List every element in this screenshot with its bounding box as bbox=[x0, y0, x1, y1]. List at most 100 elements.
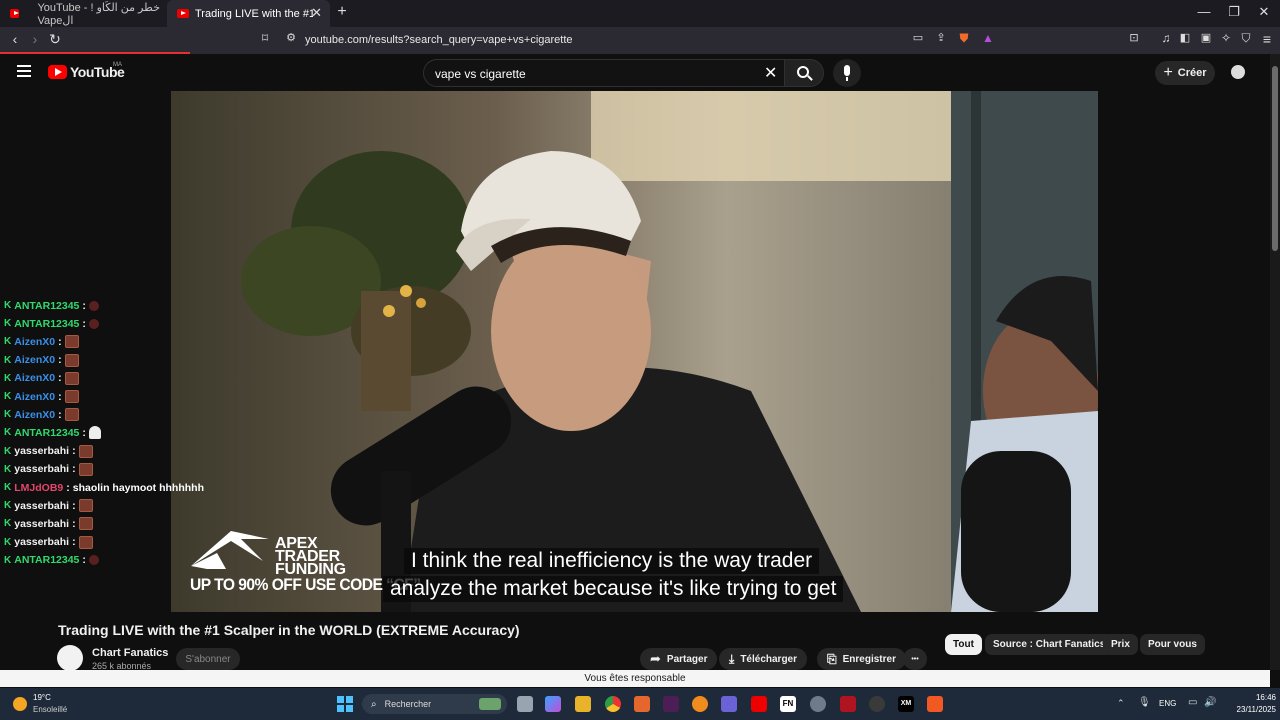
address-bar[interactable]: youtube.com/results?search_query=vape+vs… bbox=[305, 34, 573, 46]
caption-line-1: I think the real inefficiency is the way… bbox=[404, 548, 820, 574]
media-icon[interactable]: ♫ bbox=[1157, 31, 1175, 45]
voice-search-button[interactable] bbox=[833, 59, 861, 87]
chat-username[interactable]: LMJdOB9 bbox=[14, 482, 63, 494]
site-info-icon[interactable]: ⚙ bbox=[282, 31, 300, 44]
minimize-icon[interactable]: — bbox=[1189, 4, 1219, 19]
chat-username[interactable]: AizenX0 bbox=[14, 391, 55, 403]
fn-app-icon[interactable]: FN bbox=[780, 696, 796, 712]
brave-browser-icon[interactable] bbox=[927, 696, 943, 712]
share-icon[interactable]: ⇪ bbox=[932, 31, 950, 44]
account-avatar[interactable] bbox=[1229, 63, 1247, 81]
windows-start-icon[interactable] bbox=[337, 696, 353, 712]
more-actions-button[interactable]: ••• bbox=[903, 648, 927, 670]
scrollbar-thumb[interactable] bbox=[1272, 66, 1278, 251]
save-button[interactable]: ⎘ Enregistrer bbox=[817, 648, 906, 670]
netflix-icon[interactable] bbox=[840, 696, 856, 712]
chat-username[interactable]: yasserbahi bbox=[14, 463, 69, 475]
restore-icon[interactable]: ❐ bbox=[1219, 4, 1249, 20]
task-view-icon[interactable] bbox=[517, 696, 533, 712]
weather-temp[interactable]: 19°C bbox=[33, 693, 51, 702]
chat-separator: : bbox=[58, 408, 62, 421]
search-button[interactable] bbox=[784, 59, 824, 87]
app-a-icon[interactable] bbox=[634, 696, 650, 712]
chat-username[interactable]: AizenX0 bbox=[14, 409, 55, 421]
rewards-icon[interactable]: ▲ bbox=[979, 31, 997, 45]
chrome-icon[interactable] bbox=[605, 696, 621, 712]
search-input[interactable]: vape vs cigarette ✕ bbox=[423, 59, 789, 87]
chat-username[interactable]: yasserbahi bbox=[14, 518, 69, 530]
chip-price[interactable]: Prix bbox=[1103, 634, 1138, 655]
hamburger-menu-icon[interactable] bbox=[17, 65, 31, 77]
close-tab-icon[interactable]: ✕ bbox=[311, 5, 322, 21]
weather-desc[interactable]: Ensoleillé bbox=[33, 705, 67, 714]
wallet-icon[interactable]: ▣ bbox=[1197, 31, 1215, 44]
tab-trading-live[interactable]: Trading LIVE with the #1 Scalper ✕ bbox=[167, 0, 330, 27]
channel-name[interactable]: Chart Fanatics bbox=[92, 647, 168, 659]
chip-all[interactable]: Tout bbox=[945, 634, 982, 655]
file-explorer-icon[interactable] bbox=[575, 696, 591, 712]
copilot-icon[interactable] bbox=[545, 696, 561, 712]
back-icon[interactable]: ‹ bbox=[6, 31, 24, 47]
fl-studio-icon[interactable] bbox=[692, 696, 708, 712]
clock-date[interactable]: 23/11/2025 bbox=[1226, 705, 1276, 714]
download-button[interactable]: ⤓ Télécharger bbox=[719, 648, 808, 670]
youtube-logo-icon[interactable] bbox=[48, 65, 67, 79]
youtube-app-icon[interactable] bbox=[751, 696, 767, 712]
bookmark-icon[interactable]: ⌑ bbox=[256, 31, 274, 45]
chat-emote-icon bbox=[64, 353, 79, 367]
chip-for-you[interactable]: Pour vous bbox=[1140, 634, 1205, 655]
cast-icon[interactable]: ▭ bbox=[909, 31, 927, 44]
channel-avatar[interactable] bbox=[57, 645, 83, 671]
chat-username[interactable]: ANTAR12345 bbox=[14, 554, 79, 566]
mic-tray-icon[interactable]: 🎙 bbox=[1138, 697, 1151, 708]
save-playlist-icon: ⎘ bbox=[827, 651, 837, 666]
chat-username[interactable]: ANTAR12345 bbox=[14, 427, 79, 439]
video-player[interactable]: APEX TRADER FUNDING UP TO 90% OFF USE CO… bbox=[171, 91, 1098, 612]
share-button[interactable]: ➦ Partager bbox=[640, 648, 718, 670]
youtube-favicon-icon bbox=[10, 9, 20, 18]
clear-search-icon[interactable]: ✕ bbox=[764, 63, 777, 83]
notice-banner: Vous êtes responsable bbox=[0, 670, 1270, 687]
taskbar-search[interactable]: ⌕ Rechercher bbox=[362, 694, 507, 714]
brave-shield-icon[interactable]: ⛊ bbox=[955, 31, 973, 46]
chip-source[interactable]: Source : Chart Fanatics bbox=[985, 634, 1114, 655]
subscribe-button[interactable]: S'abonner bbox=[176, 648, 240, 670]
sidebar-icon[interactable]: ◧ bbox=[1176, 31, 1194, 44]
new-tab-button[interactable]: + bbox=[327, 3, 357, 21]
chat-username[interactable]: yasserbahi bbox=[14, 500, 69, 512]
chat-username[interactable]: AizenX0 bbox=[14, 336, 55, 348]
browser-tab-strip: YouTube - ! خطر من الكَاو Vapeال Trading… bbox=[0, 0, 1280, 27]
chat-username[interactable]: yasserbahi bbox=[14, 536, 69, 548]
chat-username[interactable]: yasserbahi bbox=[14, 445, 69, 457]
app-v-icon[interactable] bbox=[663, 696, 679, 712]
reload-icon[interactable]: ↻ bbox=[46, 31, 64, 48]
language-indicator[interactable]: ENG bbox=[1159, 699, 1176, 708]
search-highlight-icon bbox=[479, 698, 501, 710]
leo-ai-icon[interactable]: ✧ bbox=[1217, 31, 1235, 45]
chat-username[interactable]: ANTAR12345 bbox=[14, 318, 79, 330]
chat-emote-icon bbox=[88, 426, 101, 440]
app-bird-icon[interactable] bbox=[810, 696, 826, 712]
close-window-icon[interactable]: ✕ bbox=[1249, 4, 1279, 20]
chat-separator: : bbox=[58, 372, 62, 385]
teams-icon[interactable] bbox=[721, 696, 737, 712]
chat-username[interactable]: ANTAR12345 bbox=[14, 300, 79, 312]
forward-icon[interactable]: › bbox=[26, 31, 44, 47]
app-circle-icon[interactable] bbox=[869, 696, 885, 712]
xm-app-icon[interactable]: XM bbox=[898, 696, 914, 712]
tab-youtube-vape[interactable]: YouTube - ! خطر من الكَاو Vapeال bbox=[0, 0, 165, 27]
chat-username[interactable]: AizenX0 bbox=[14, 354, 55, 366]
chat-username[interactable]: AizenX0 bbox=[14, 372, 55, 384]
menu-icon[interactable]: ≡ bbox=[1258, 31, 1276, 47]
network-icon[interactable]: ▭ bbox=[1188, 697, 1197, 708]
chat-separator: : bbox=[72, 499, 76, 512]
vpn-icon[interactable]: ⛉ bbox=[1237, 31, 1255, 46]
volume-icon[interactable]: 🔊 bbox=[1204, 697, 1216, 708]
chat-message: K ANTAR12345: bbox=[4, 297, 99, 314]
screenshot-icon[interactable]: ⊡ bbox=[1125, 31, 1143, 44]
chat-emote-icon bbox=[78, 535, 93, 549]
chat-separator: : bbox=[82, 299, 86, 312]
tray-overflow-icon[interactable]: ⌃ bbox=[1117, 698, 1125, 709]
create-button[interactable]: + Créer bbox=[1155, 61, 1215, 85]
clock-time[interactable]: 16:46 bbox=[1236, 693, 1276, 702]
